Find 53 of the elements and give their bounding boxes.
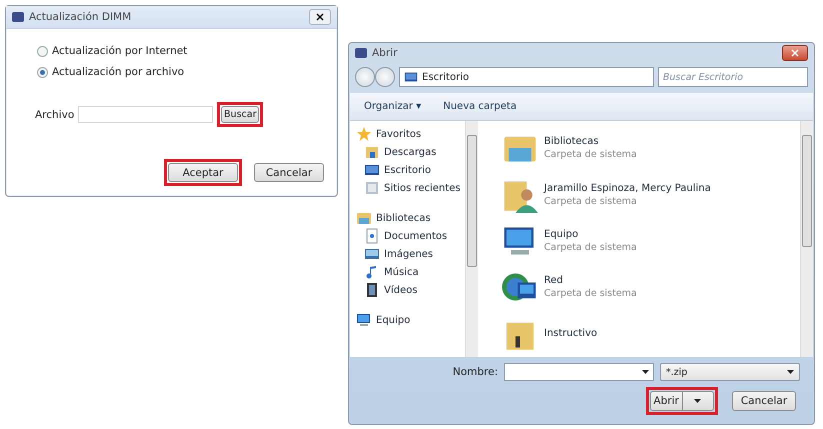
caret-icon	[642, 370, 649, 374]
library-icon	[356, 210, 372, 226]
desktop-icon	[404, 70, 418, 84]
sidebar-item[interactable]: Escritorio	[356, 161, 465, 179]
star-icon	[356, 126, 372, 142]
caret-icon	[694, 399, 702, 403]
sidebar-item[interactable]: Imágenes	[356, 245, 465, 263]
file-item[interactable]: Instructivo	[502, 310, 800, 357]
sidebar-item[interactable]: Sitios recientes	[356, 179, 465, 197]
address-bar[interactable]: Escritorio	[399, 67, 654, 87]
sidebar-item[interactable]: Descargas	[356, 143, 465, 161]
input-field[interactable]	[78, 106, 214, 123]
file-item[interactable]: Equipo Carpeta de sistema	[502, 218, 800, 264]
caret-icon	[787, 370, 794, 374]
image-icon	[364, 246, 380, 262]
file-type-dropdown[interactable]: *.zip	[660, 363, 800, 381]
sidebar-item[interactable]: Bibliotecas	[356, 209, 465, 227]
file-item[interactable]: Red Carpeta de sistema	[502, 264, 800, 311]
scrollbar[interactable]	[465, 121, 478, 357]
sidebar-item[interactable]: Vídeos	[356, 281, 465, 299]
scrollbar[interactable]	[800, 121, 813, 357]
file-item[interactable]: Jaramillo Espinoza, Mercy Paulina Carpeta de sistema	[502, 171, 800, 218]
back-button[interactable]	[355, 67, 375, 87]
field-label: Nombre:	[452, 366, 498, 378]
sidebar-item[interactable]: Favoritos	[356, 125, 465, 143]
computer-icon	[356, 312, 372, 328]
sidebar-item[interactable]: Documentos	[356, 227, 465, 245]
filename-field[interactable]	[504, 363, 654, 381]
organize-menu[interactable]: Organizar ▾	[364, 101, 422, 112]
browse-button[interactable]: Buscar	[221, 106, 260, 123]
open-button[interactable]: Abrir	[650, 391, 714, 411]
video-icon	[364, 282, 380, 298]
app-icon	[12, 12, 24, 22]
desktop-icon	[364, 162, 380, 178]
close-button[interactable]	[782, 45, 808, 61]
forward-button[interactable]	[375, 67, 395, 87]
radio-option[interactable]: Actualización por archivo	[37, 66, 306, 78]
document-icon	[364, 228, 380, 244]
cancel-button[interactable]: Cancelar	[732, 391, 796, 411]
file-item[interactable]: Bibliotecas Carpeta de sistema	[502, 125, 800, 172]
cancel-button[interactable]: Cancelar	[254, 163, 324, 182]
field-label: Archivo	[35, 108, 74, 120]
radio-option[interactable]: Actualización por Internet	[37, 45, 306, 57]
close-icon	[791, 49, 799, 57]
window-title: Abrir	[372, 47, 398, 59]
accept-button[interactable]: Aceptar	[168, 163, 238, 182]
window-title: Actualización DIMM	[29, 11, 132, 23]
sidebar-item[interactable]: Música	[356, 263, 465, 281]
close-button[interactable]	[309, 9, 331, 25]
sidebar-item[interactable]: Equipo	[356, 311, 465, 329]
close-icon	[316, 13, 324, 21]
new-folder-button[interactable]: Nueva carpeta	[443, 101, 517, 112]
app-icon	[355, 48, 367, 58]
